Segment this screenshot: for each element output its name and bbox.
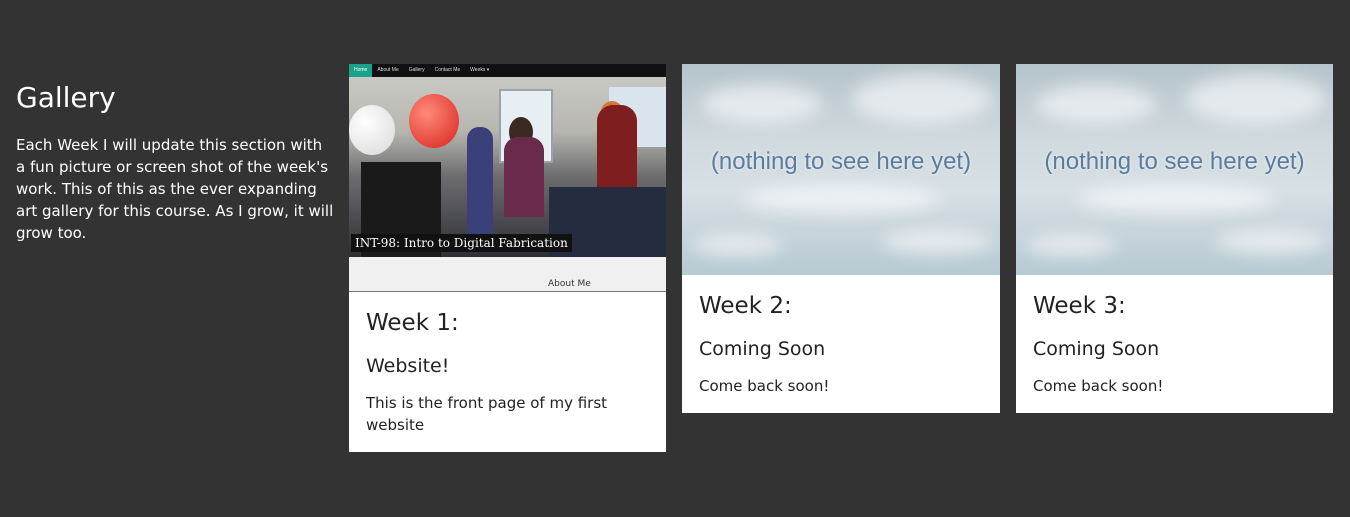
person-3 <box>504 137 544 217</box>
gallery-intro: Gallery Each Week I will update this sec… <box>16 78 336 244</box>
gallery-card-week-2: (nothing to see here yet) Week 2: Coming… <box>682 64 1000 413</box>
thumbnail-nav-weeks: Weeks ▾ <box>470 67 490 73</box>
white-balloon <box>349 105 395 155</box>
person-1 <box>467 127 493 237</box>
card-subtitle: Coming Soon <box>1033 338 1160 360</box>
thumbnail-footer: About Me <box>349 257 666 292</box>
card-body: Week 3: Coming Soon Come back soon! <box>1016 275 1333 397</box>
thumbnail-nav-gallery: Gallery <box>408 67 425 73</box>
cloud <box>1026 234 1116 256</box>
card-title: Week 2: <box>699 293 792 319</box>
placeholder-text: (nothing to see here yet) <box>710 148 972 175</box>
card-title: Week 3: <box>1033 293 1126 319</box>
placeholder-sky-image: (nothing to see here yet) <box>682 64 1000 275</box>
red-balloon <box>409 94 459 148</box>
placeholder-sky-image: (nothing to see here yet) <box>1016 64 1333 275</box>
card-text: Come back soon! <box>699 377 830 395</box>
card-subtitle: Coming Soon <box>699 338 826 360</box>
card-text: Come back soon! <box>1033 377 1164 395</box>
card-text: This is the front page of my first websi… <box>366 394 608 434</box>
card-body: Week 1: Website! This is the front page … <box>349 292 666 436</box>
thumbnail-hero-photo: INT-98: Intro to Digital Fabrication <box>349 77 666 257</box>
thumbnail-nav-contact: Contact Me <box>434 67 461 73</box>
cloud <box>1076 184 1276 214</box>
gallery-card-week-1: Home About Me Gallery Contact Me Weeks ▾… <box>349 64 666 452</box>
cloud <box>1036 84 1156 124</box>
website-screenshot-image: Home About Me Gallery Contact Me Weeks ▾… <box>349 64 666 292</box>
gallery-description: Each Week I will update this section wit… <box>16 136 334 242</box>
thumbnail-nav-about: About Me <box>377 67 399 73</box>
thumbnail-divider <box>349 291 666 292</box>
placeholder-text: (nothing to see here yet) <box>1044 148 1305 175</box>
cloud <box>852 74 992 124</box>
card-body: Week 2: Coming Soon Come back soon! <box>682 275 1000 397</box>
gallery-card-week-3: (nothing to see here yet) Week 3: Coming… <box>1016 64 1333 413</box>
thumbnail-about-link: About Me <box>548 279 591 289</box>
card-title: Week 1: <box>366 310 459 336</box>
cloud <box>692 234 782 256</box>
card-subtitle: Website! <box>366 355 450 377</box>
thumbnail-nav-home: Home <box>349 64 373 77</box>
cloud <box>882 229 992 254</box>
thumbnail-navbar: Home About Me Gallery Contact Me Weeks ▾ <box>349 64 666 77</box>
cloud <box>702 84 822 124</box>
page-title: Gallery <box>16 81 116 114</box>
cloud <box>1216 229 1326 254</box>
cloud <box>1186 74 1326 124</box>
thumbnail-caption: INT-98: Intro to Digital Fabrication <box>351 234 572 252</box>
cloud <box>742 184 942 214</box>
